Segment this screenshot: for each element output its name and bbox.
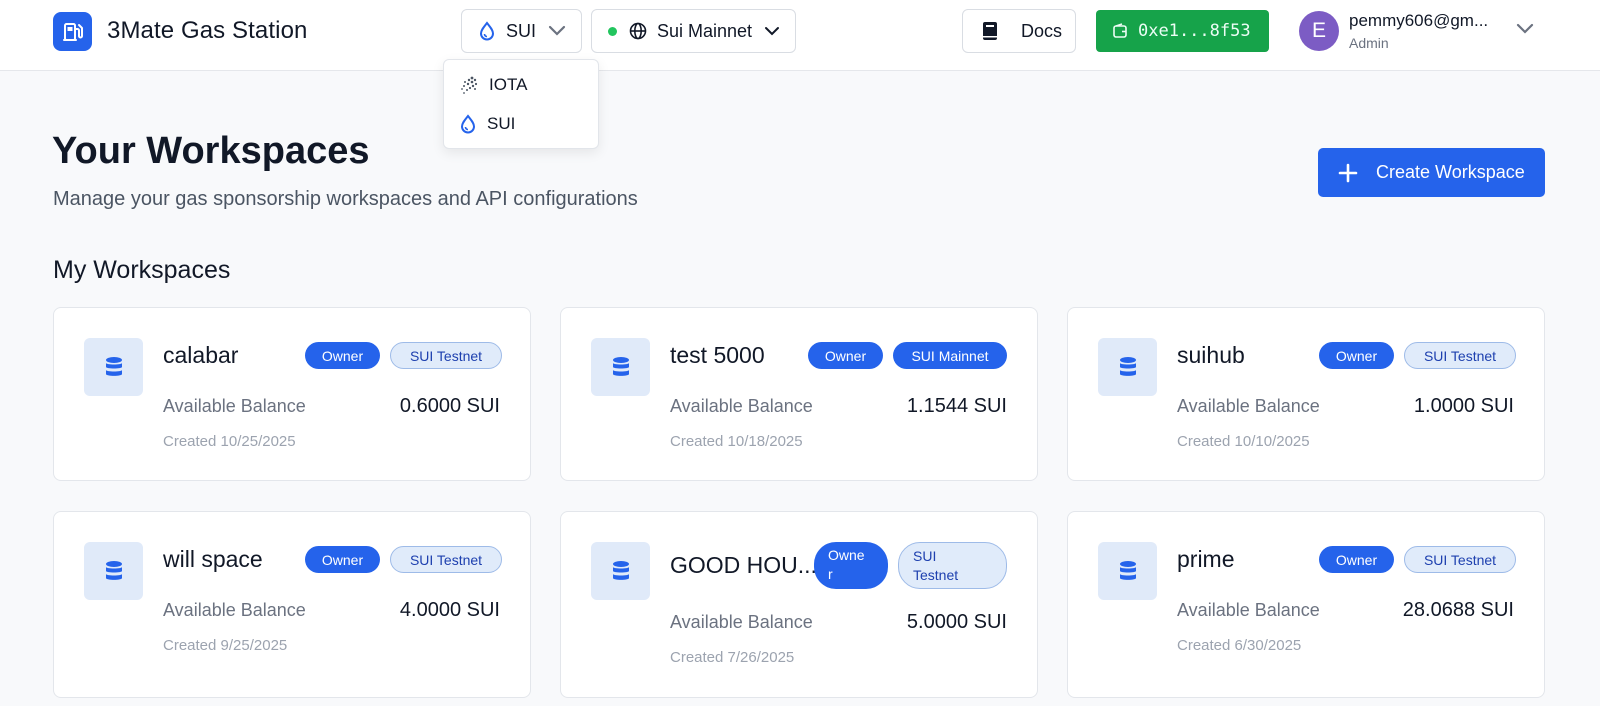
role-badge: Owner xyxy=(305,342,380,369)
database-icon xyxy=(84,338,143,396)
network-badge: SUI Testnet xyxy=(1404,342,1516,369)
balance-label: Available Balance xyxy=(1177,600,1320,620)
network-select[interactable]: Sui Mainnet xyxy=(591,9,796,53)
database-icon xyxy=(84,542,143,600)
docs-button[interactable]: Docs xyxy=(962,9,1076,53)
created-date: Created 10/18/2025 xyxy=(670,433,803,450)
role-badge: Owne r xyxy=(814,542,888,589)
chevron-down-icon[interactable] xyxy=(1515,22,1535,36)
top-bar: 3Mate Gas Station SUI Sui Mainnet Docs 0… xyxy=(0,0,1600,71)
workspace-card[interactable]: prime Owner SUI Testnet Available Balanc… xyxy=(1067,511,1545,698)
network-badge: SUI Mainnet xyxy=(893,342,1007,369)
role-badge: Owner xyxy=(1319,546,1394,573)
chevron-down-icon xyxy=(548,25,566,36)
balance-value: 4.0000 SUI xyxy=(399,599,500,621)
iota-icon xyxy=(461,76,478,94)
workspace-card[interactable]: GOOD HOU... Owne r SUI Testnet Available… xyxy=(560,511,1038,698)
balance-value: 5.0000 SUI xyxy=(906,611,1007,633)
gas-station-logo-icon[interactable] xyxy=(53,12,92,51)
create-workspace-label: Create Workspace xyxy=(1376,162,1525,182)
wallet-address: 0xe1...8f53 xyxy=(1138,21,1251,41)
globe-icon xyxy=(629,22,647,40)
balance-value: 0.6000 SUI xyxy=(399,395,500,417)
balance-label: Available Balance xyxy=(163,600,306,620)
balance-value: 1.0000 SUI xyxy=(1413,395,1514,417)
created-date: Created 6/30/2025 xyxy=(1177,637,1302,654)
created-date: Created 10/25/2025 xyxy=(163,433,296,450)
network-badge: SUI Testnet xyxy=(390,546,502,573)
network-badge: SUI Testnet xyxy=(898,542,1007,589)
app-title: 3Mate Gas Station xyxy=(107,17,308,44)
chevron-down-icon xyxy=(765,27,780,36)
droplet-icon xyxy=(479,21,495,41)
chain-select[interactable]: SUI xyxy=(461,9,582,53)
database-icon xyxy=(591,338,650,396)
balance-label: Available Balance xyxy=(163,396,306,416)
workspace-card[interactable]: will space Owner SUI Testnet Available B… xyxy=(53,511,531,698)
database-icon xyxy=(591,542,650,600)
create-workspace-button[interactable]: Create Workspace xyxy=(1318,148,1545,197)
workspace-name: calabar xyxy=(163,342,239,368)
balance-label: Available Balance xyxy=(670,396,813,416)
workspace-name: GOOD HOU... xyxy=(670,552,817,578)
book-icon xyxy=(983,22,997,40)
chain-dropdown-menu: IOTA SUI xyxy=(443,59,599,149)
page-subtitle: Manage your gas sponsorship workspaces a… xyxy=(53,188,638,210)
dropdown-item-label: SUI xyxy=(487,114,516,133)
user-role: Admin xyxy=(1349,35,1389,51)
network-badge: SUI Testnet xyxy=(390,342,502,369)
plus-icon xyxy=(1338,163,1358,182)
network-select-value: Sui Mainnet xyxy=(657,20,753,41)
workspace-card[interactable]: calabar Owner SUI Testnet Available Bala… xyxy=(53,307,531,481)
page-title: Your Workspaces xyxy=(52,130,370,172)
dropdown-item-label: IOTA xyxy=(489,75,528,94)
balance-label: Available Balance xyxy=(670,612,813,632)
network-status-dot xyxy=(608,26,617,36)
role-badge: Owner xyxy=(305,546,380,573)
avatar[interactable]: E xyxy=(1299,11,1339,51)
dropdown-item-iota[interactable]: IOTA xyxy=(459,73,527,97)
balance-label: Available Balance xyxy=(1177,396,1320,416)
role-badge: Owner xyxy=(808,342,883,369)
created-date: Created 9/25/2025 xyxy=(163,637,288,654)
wallet-icon xyxy=(1113,23,1127,38)
workspace-card[interactable]: test 5000 Owner SUI Mainnet Available Ba… xyxy=(560,307,1038,481)
section-title: My Workspaces xyxy=(53,256,231,284)
workspace-card[interactable]: suihub Owner SUI Testnet Available Balan… xyxy=(1067,307,1545,481)
user-email[interactable]: pemmy606@gm... xyxy=(1349,11,1501,31)
role-badge: Owner xyxy=(1319,342,1394,369)
network-badge: SUI Testnet xyxy=(1404,546,1516,573)
workspace-name: prime xyxy=(1177,546,1235,572)
workspace-name: suihub xyxy=(1177,342,1245,368)
wallet-button[interactable]: 0xe1...8f53 xyxy=(1096,10,1269,52)
workspace-name: will space xyxy=(163,546,263,572)
chain-select-value: SUI xyxy=(506,20,537,41)
dropdown-item-sui[interactable]: SUI xyxy=(459,112,515,136)
database-icon xyxy=(1098,542,1157,600)
created-date: Created 10/10/2025 xyxy=(1177,433,1310,450)
database-icon xyxy=(1098,338,1157,396)
created-date: Created 7/26/2025 xyxy=(670,649,795,666)
docs-label: Docs xyxy=(1021,20,1063,41)
workspace-name: test 5000 xyxy=(670,342,765,368)
droplet-icon xyxy=(460,114,476,134)
balance-value: 1.1544 SUI xyxy=(906,395,1007,417)
balance-value: 28.0688 SUI xyxy=(1402,599,1514,621)
